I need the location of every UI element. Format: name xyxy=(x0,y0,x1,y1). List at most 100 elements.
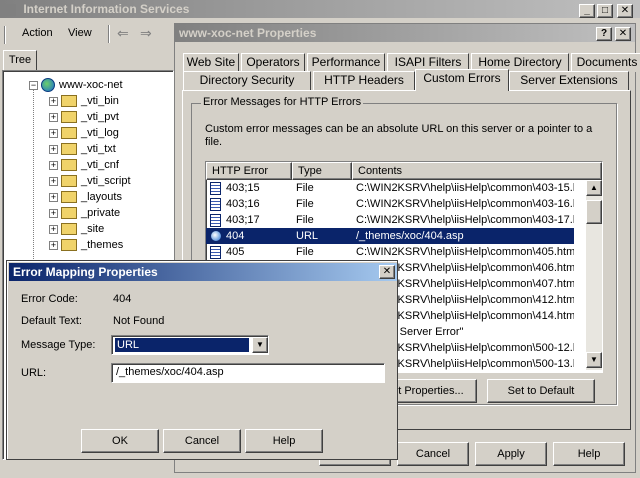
folder-icon xyxy=(61,95,77,108)
folder-icon xyxy=(61,175,77,188)
chevron-down-icon[interactable]: ▼ xyxy=(252,337,268,353)
tree-node-folder[interactable]: + _vti_pvt xyxy=(49,109,119,125)
expand-icon[interactable]: + xyxy=(49,240,58,250)
main-toolbar: Action View ⇐ ⇒ xyxy=(0,22,180,48)
expand-icon[interactable]: + xyxy=(49,112,58,122)
error-mapping-titlebar[interactable]: Error Mapping Properties xyxy=(9,263,397,281)
folder-icon xyxy=(61,143,77,156)
column-header-type[interactable]: Type xyxy=(292,162,352,180)
scroll-down-arrow-icon[interactable]: ▼ xyxy=(586,352,602,368)
scroll-thumb[interactable] xyxy=(586,200,602,224)
tab-directory-security[interactable]: Directory Security xyxy=(183,71,311,90)
cell-contents: C:\WIN2KSRV\help\iisHelp\common\405.htm xyxy=(356,246,574,258)
properties-title: www-xoc-net Properties xyxy=(179,26,317,40)
table-row[interactable]: 403;17 File C:\WIN2KSRV\help\iisHelp\commo… xyxy=(206,212,574,228)
tree-node-folder[interactable]: + _themes xyxy=(49,237,123,253)
dialog-close-button[interactable]: ✕ xyxy=(615,27,631,41)
forward-arrow-icon[interactable]: ⇒ xyxy=(140,25,152,42)
properties-titlebar[interactable]: www-xoc-net Properties xyxy=(175,24,635,42)
toolbar-separator xyxy=(108,25,110,43)
mapping-help-button[interactable]: Help xyxy=(245,429,323,453)
url-label: URL: xyxy=(21,367,47,379)
url-input[interactable]: /_themes/xoc/404.asp xyxy=(111,363,385,383)
main-window-titlebar[interactable]: Internet Information Services xyxy=(0,0,640,18)
tree-node-label: _private xyxy=(81,207,121,219)
tree-node-label: _vti_log xyxy=(81,127,119,139)
cell-type: File xyxy=(296,214,314,226)
mapping-ok-button[interactable]: OK xyxy=(81,429,159,453)
message-type-select[interactable]: URL ▼ xyxy=(111,335,269,355)
tab-server-extensions[interactable]: Server Extensions xyxy=(509,71,629,90)
dialog-help-button[interactable]: ? xyxy=(596,27,612,41)
close-button[interactable]: ✕ xyxy=(617,4,633,18)
tab-custom-errors[interactable]: Custom Errors xyxy=(415,69,509,91)
website-globe-icon xyxy=(41,78,55,93)
folder-icon xyxy=(61,159,77,172)
document-icon xyxy=(210,181,221,195)
tree-node-label: _vti_pvt xyxy=(81,111,119,123)
tree-node-label: www-xoc-net xyxy=(59,79,123,91)
tree-node-label: _site xyxy=(81,223,105,235)
apply-button[interactable]: Apply xyxy=(475,442,547,466)
default-text-value: Not Found xyxy=(113,315,165,327)
default-text-label: Default Text: xyxy=(21,315,82,327)
tree-node-folder[interactable]: + _vti_cnf xyxy=(49,157,119,173)
tree-node-folder[interactable]: + _vti_bin xyxy=(49,93,119,109)
group-title: Error Messages for HTTP Errors xyxy=(201,96,364,108)
cell-error: 403;17 xyxy=(226,214,260,226)
table-row[interactable]: 405 File C:\WIN2KSRV\help\iisHelp\common\4… xyxy=(206,244,574,260)
tab-tree[interactable]: Tree xyxy=(3,50,37,70)
cell-contents: /_themes/xoc/404.asp xyxy=(356,230,464,242)
expand-icon[interactable]: + xyxy=(49,208,58,218)
folder-icon xyxy=(61,239,77,252)
message-type-selected: URL xyxy=(114,337,250,353)
set-to-default-button[interactable]: Set to Default xyxy=(487,379,595,403)
folder-icon xyxy=(61,191,77,204)
cell-type: URL xyxy=(296,230,319,242)
maximize-button[interactable]: □ xyxy=(597,4,613,18)
tree-node-label: _layouts xyxy=(81,191,122,203)
tab-performance[interactable]: Performance xyxy=(307,53,385,72)
table-row[interactable]: 403;15 File C:\WIN2KSRV\help\iisHelp\commo… xyxy=(206,180,574,196)
expand-icon[interactable]: + xyxy=(49,96,58,106)
cell-error: 403;15 xyxy=(226,182,260,194)
column-header-contents[interactable]: Contents xyxy=(352,162,602,180)
tree-node-folder[interactable]: + _private xyxy=(49,205,120,221)
menu-action[interactable]: Action xyxy=(22,27,53,39)
tree-node-folder[interactable]: + _site xyxy=(49,221,104,237)
error-mapping-close-button[interactable]: ✕ xyxy=(379,265,395,279)
table-row[interactable]: 404 URL /_themes/xoc/404.asp xyxy=(206,228,574,244)
expand-icon[interactable]: + xyxy=(49,224,58,234)
tree-node-label: _vti_txt xyxy=(81,143,116,155)
iis-app-icon xyxy=(4,3,16,16)
help-button[interactable]: Help xyxy=(553,442,625,466)
scroll-up-arrow-icon[interactable]: ▲ xyxy=(586,180,602,196)
expand-icon[interactable]: + xyxy=(49,160,58,170)
table-row[interactable]: 403;16 File C:\WIN2KSRV\help\iisHelp\commo… xyxy=(206,196,574,212)
cell-contents: C:\WIN2KSRV\help\iisHelp\common\403-15.h… xyxy=(356,182,574,194)
minimize-button[interactable]: _ xyxy=(579,4,595,18)
expand-icon[interactable]: + xyxy=(49,128,58,138)
tree-node-folder[interactable]: + _vti_log xyxy=(49,125,119,141)
error-mapping-title: Error Mapping Properties xyxy=(13,265,158,279)
tab-http-headers[interactable]: HTTP Headers xyxy=(313,71,415,90)
tab-operators[interactable]: Operators xyxy=(241,53,305,72)
tab-documents[interactable]: Documents xyxy=(571,53,640,72)
description-text: Custom error messages can be an absolute… xyxy=(205,123,593,148)
cancel-button[interactable]: Cancel xyxy=(397,442,469,466)
menu-view[interactable]: View xyxy=(68,27,92,39)
expand-icon[interactable]: + xyxy=(49,144,58,154)
tree-node-folder[interactable]: + _layouts xyxy=(49,189,122,205)
tab-web-site[interactable]: Web Site xyxy=(183,53,239,72)
column-header-error[interactable]: HTTP Error xyxy=(206,162,292,180)
document-icon xyxy=(210,245,221,259)
tree-node-root[interactable]: − www-xoc-net xyxy=(29,77,123,93)
tree-node-folder[interactable]: + _vti_script xyxy=(49,173,131,189)
error-code-value: 404 xyxy=(113,293,132,305)
tree-node-folder[interactable]: + _vti_txt xyxy=(49,141,116,157)
expand-icon[interactable]: + xyxy=(49,176,58,186)
mapping-cancel-button[interactable]: Cancel xyxy=(163,429,241,453)
expand-icon[interactable]: + xyxy=(49,192,58,202)
back-arrow-icon[interactable]: ⇐ xyxy=(117,25,129,42)
list-scrollbar[interactable]: ▲ ▼ xyxy=(586,180,602,370)
